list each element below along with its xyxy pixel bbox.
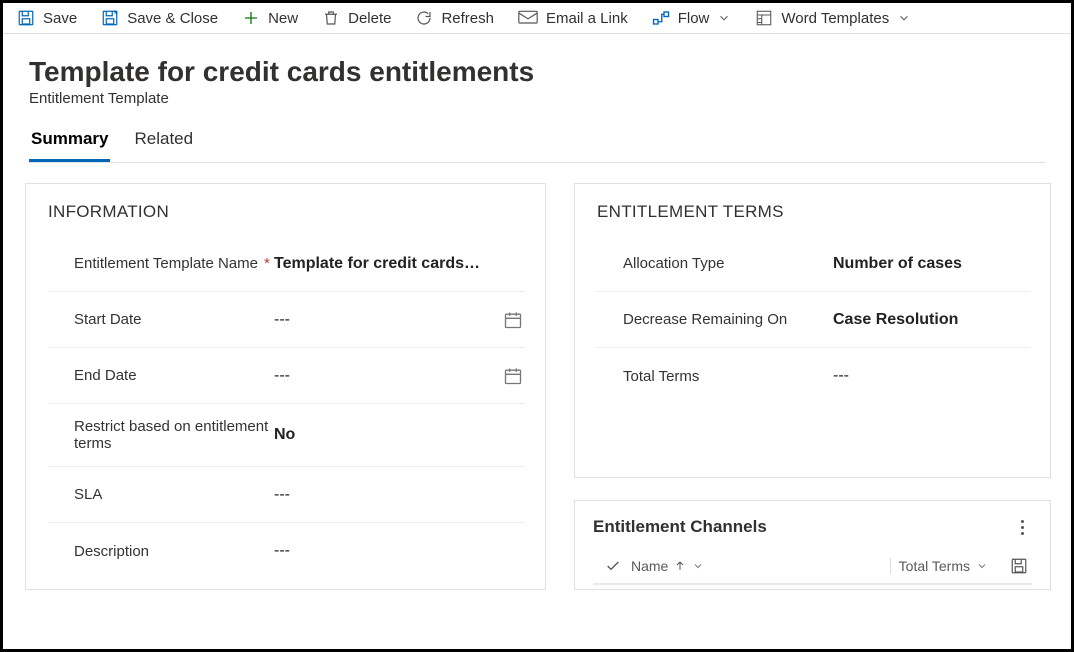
column-name[interactable]: Name (631, 558, 851, 574)
description-field[interactable]: Description --- (48, 523, 525, 579)
new-button[interactable]: New (242, 9, 298, 27)
name-label: Entitlement Template Name* (74, 255, 274, 272)
total-terms-label: Total Terms (623, 368, 833, 385)
chevron-down-icon (897, 11, 911, 25)
save-button[interactable]: Save (17, 9, 77, 27)
allocation-type-value: Number of cases (833, 255, 1028, 273)
save-label: Save (43, 10, 77, 27)
chevron-down-icon (692, 560, 704, 572)
allocation-type-label: Allocation Type (623, 255, 833, 272)
page-header: Template for credit cards entitlements E… (3, 34, 1071, 107)
start-date-label: Start Date (74, 311, 274, 328)
delete-label: Delete (348, 10, 391, 27)
save-icon[interactable] (1010, 557, 1028, 575)
tab-related[interactable]: Related (132, 129, 195, 162)
tabs: Summary Related (29, 129, 1045, 163)
sla-label: SLA (74, 486, 274, 503)
description-label: Description (74, 543, 274, 560)
right-column: ENTITLEMENT TERMS Allocation Type Number… (574, 183, 1051, 590)
restrict-field[interactable]: Restrict based on entitlement terms No (48, 404, 525, 467)
description-value: --- (274, 542, 523, 560)
save-close-label: Save & Close (127, 10, 218, 27)
content: INFORMATION Entitlement Template Name* T… (3, 163, 1071, 590)
trash-icon (322, 9, 340, 27)
start-date-value: --- (274, 311, 290, 329)
calendar-icon[interactable] (503, 366, 523, 386)
email-icon (518, 10, 538, 26)
end-date-field[interactable]: End Date --- (48, 348, 525, 404)
tab-summary[interactable]: Summary (29, 129, 110, 162)
terms-card: ENTITLEMENT TERMS Allocation Type Number… (574, 183, 1051, 478)
check-icon[interactable] (605, 558, 621, 574)
allocation-type-field[interactable]: Allocation Type Number of cases (597, 236, 1030, 292)
word-templates-icon (755, 9, 773, 27)
restrict-label: Restrict based on entitlement terms (74, 418, 274, 452)
delete-button[interactable]: Delete (322, 9, 391, 27)
decrease-remaining-field[interactable]: Decrease Remaining On Case Resolution (597, 292, 1030, 348)
information-card: INFORMATION Entitlement Template Name* T… (25, 183, 546, 590)
word-templates-label: Word Templates (781, 10, 889, 27)
page-subtitle: Entitlement Template (29, 90, 1045, 107)
channels-column-header: Name Total Terms (593, 551, 1032, 585)
command-bar: Save Save & Close New Delete Refresh Ema… (3, 3, 1071, 34)
name-value: Template for credit cards… (274, 255, 523, 273)
decrease-remaining-label: Decrease Remaining On (623, 311, 833, 328)
chevron-down-icon (717, 11, 731, 25)
flow-label: Flow (678, 10, 710, 27)
refresh-icon (415, 9, 433, 27)
decrease-remaining-value: Case Resolution (833, 311, 1028, 329)
name-field[interactable]: Entitlement Template Name* Template for … (48, 236, 525, 292)
start-date-field[interactable]: Start Date --- (48, 292, 525, 348)
new-label: New (268, 10, 298, 27)
arrow-up-icon (674, 560, 686, 572)
terms-title: ENTITLEMENT TERMS (597, 202, 1030, 222)
sla-field[interactable]: SLA --- (48, 467, 525, 523)
channels-card: Entitlement Channels Name Total Terms (574, 500, 1051, 590)
save-close-button[interactable]: Save & Close (101, 9, 218, 27)
total-terms-value: --- (833, 367, 1028, 385)
email-link-label: Email a Link (546, 10, 628, 27)
word-templates-button[interactable]: Word Templates (755, 9, 911, 27)
chevron-down-icon (976, 560, 988, 572)
total-terms-field[interactable]: Total Terms --- (597, 348, 1030, 404)
email-link-button[interactable]: Email a Link (518, 10, 628, 27)
refresh-button[interactable]: Refresh (415, 9, 494, 27)
end-date-value: --- (274, 367, 290, 385)
flow-icon (652, 9, 670, 27)
page-title: Template for credit cards entitlements (29, 56, 1045, 88)
save-icon (17, 9, 35, 27)
channels-title: Entitlement Channels (593, 517, 767, 537)
more-menu-button[interactable] (1012, 517, 1032, 537)
information-title: INFORMATION (48, 202, 525, 222)
flow-button[interactable]: Flow (652, 9, 732, 27)
end-date-label: End Date (74, 367, 274, 384)
restrict-value: No (274, 426, 523, 444)
calendar-icon[interactable] (503, 310, 523, 330)
refresh-label: Refresh (441, 10, 494, 27)
save-close-icon (101, 9, 119, 27)
sla-value: --- (274, 486, 523, 504)
plus-icon (242, 9, 260, 27)
column-total-terms[interactable]: Total Terms (890, 558, 988, 574)
